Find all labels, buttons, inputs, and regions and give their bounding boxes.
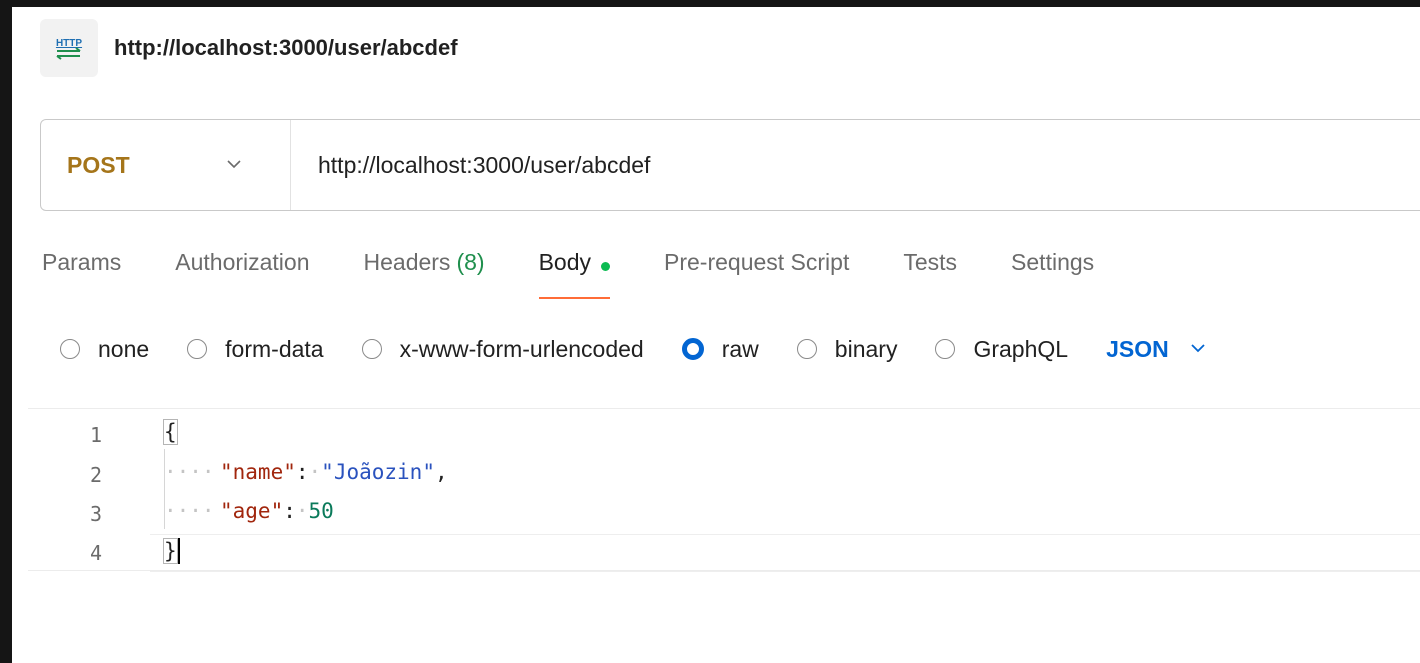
text-cursor <box>177 538 180 564</box>
json-number: 50 <box>308 499 334 523</box>
body-type-raw[interactable]: raw <box>681 336 759 363</box>
radio-button[interactable] <box>361 339 382 359</box>
radio-button[interactable] <box>935 339 956 359</box>
code-line-4: } <box>163 538 180 564</box>
body-type-urlencoded[interactable]: x-www-form-urlencoded <box>361 336 644 363</box>
json-string: "Joãozin" <box>321 460 435 484</box>
body-editor[interactable]: 1 2 3 4 { ···· "name": · "Joãozin", ···· "ag… <box>28 408 1420 572</box>
http-badge-text: HTTP <box>56 38 82 49</box>
active-line-highlight <box>150 534 1420 572</box>
chevron-down-icon <box>227 156 241 174</box>
code-line-3: ···· "age": · 50 <box>164 499 334 523</box>
code-line-1: { <box>163 419 178 445</box>
language-dropdown[interactable]: JSON <box>1106 336 1205 363</box>
radio-button[interactable] <box>187 339 208 359</box>
body-type-options: none form-data x-www-form-urlencoded raw… <box>60 329 1205 369</box>
request-tabs: Params Authorization Headers (8) Body Pre… <box>42 243 1148 303</box>
tab-body[interactable]: Body <box>538 243 611 299</box>
tab-pre-request-script[interactable]: Pre-request Script <box>664 243 849 299</box>
indent-whitespace: ···· <box>164 460 215 484</box>
json-key: "name" <box>220 460 296 484</box>
tab-tests[interactable]: Tests <box>903 243 957 299</box>
tab-headers[interactable]: Headers (8) <box>364 243 485 299</box>
request-pane: HTTP http://localhost:3000/user/abcdef P… <box>12 7 1420 663</box>
tab-label: Settings <box>1011 249 1095 275</box>
radio-button[interactable] <box>60 339 80 359</box>
radio-button-checked[interactable] <box>681 338 704 360</box>
open-brace: { <box>163 419 178 445</box>
radio-button[interactable] <box>796 339 817 359</box>
body-type-form-data[interactable]: form-data <box>187 336 324 363</box>
chevron-down-icon <box>1191 340 1205 358</box>
language-label: JSON <box>1106 335 1169 362</box>
line-number: 3 <box>90 502 103 526</box>
tab-label: Authorization <box>175 249 310 275</box>
url-input[interactable] <box>291 120 1420 210</box>
tab-label: Body <box>538 249 591 275</box>
line-number: 4 <box>90 541 103 565</box>
code-line-2: ···· "name": · "Joãozin", <box>164 460 448 484</box>
json-key: "age" <box>220 499 284 523</box>
line-number: 2 <box>90 463 103 487</box>
indent-whitespace: ···· <box>164 499 215 523</box>
request-name[interactable]: http://localhost:3000/user/abcdef <box>114 35 458 61</box>
tab-settings[interactable]: Settings <box>1011 243 1094 299</box>
tab-label: Headers <box>363 249 451 275</box>
method-dropdown[interactable]: POST <box>41 120 291 210</box>
tab-authorization[interactable]: Authorization <box>175 243 309 299</box>
body-type-binary[interactable]: binary <box>796 336 897 363</box>
body-indicator-dot <box>601 262 610 271</box>
line-number-gutter: 1 2 3 4 <box>28 409 148 570</box>
method-label: POST <box>67 151 130 178</box>
tab-params[interactable]: Params <box>42 243 121 299</box>
tab-label: Params <box>42 249 122 275</box>
request-title-row: HTTP http://localhost:3000/user/abcdef <box>40 19 458 77</box>
url-bar: POST <box>40 119 1420 211</box>
close-brace: } <box>163 538 178 564</box>
tab-label: Tests <box>903 249 958 275</box>
http-icon: HTTP <box>40 19 98 77</box>
body-type-graphql[interactable]: GraphQL <box>935 336 1068 363</box>
headers-count: (8) <box>456 249 485 275</box>
line-number: 1 <box>90 423 103 447</box>
body-type-none[interactable]: none <box>60 336 149 363</box>
tab-label: Pre-request Script <box>664 249 850 275</box>
